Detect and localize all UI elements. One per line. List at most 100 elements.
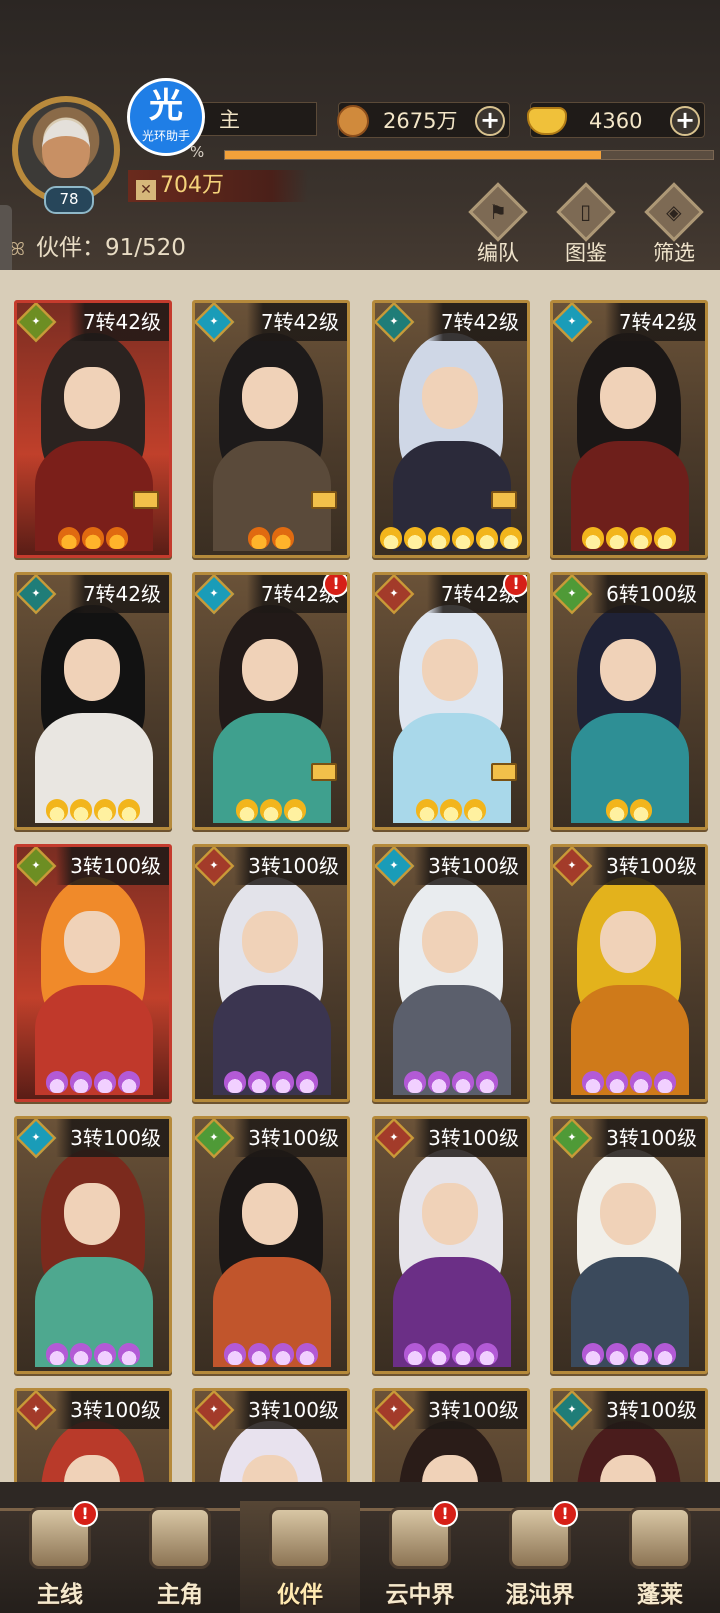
logo-char: 光 (149, 86, 183, 126)
partner-card[interactable]: ✦ 7转42级 (550, 300, 708, 558)
partner-level: 7转42级 (68, 303, 169, 341)
flame-star-icon (58, 527, 80, 549)
partner-card[interactable]: ✦ 3转100级 (550, 1388, 708, 1482)
alert-badge-icon: ! (72, 1501, 98, 1527)
partner-level: 7转42级 (68, 575, 169, 613)
partner-stars (553, 1069, 705, 1095)
partner-card[interactable]: ✦ 3转100级 (14, 1388, 172, 1482)
partner-card[interactable]: ✦ 7转42级! (372, 572, 530, 830)
lock-icon (491, 763, 517, 781)
portrait-face (64, 911, 120, 973)
partner-card[interactable]: ✦ 3转100级 (550, 1116, 708, 1374)
partner-stars (375, 1069, 527, 1095)
partner-level: 3转100级 (592, 1119, 705, 1157)
partner-stars (195, 525, 347, 551)
flame-star-icon (606, 1343, 628, 1365)
partner-card[interactable]: ✦ 3转100级 (372, 1116, 530, 1374)
nav-tab-2[interactable]: 主角 (120, 1501, 240, 1613)
flame-star-icon (464, 799, 486, 821)
partner-card[interactable]: ✦ 3转100级 (192, 1116, 350, 1374)
partner-level: 7转42级 (426, 303, 527, 341)
lock-icon (491, 491, 517, 509)
scroll-book-icon: ▯ (556, 182, 616, 242)
partner-stars (17, 1069, 169, 1095)
filter-button[interactable]: ◈ 筛选 (636, 182, 712, 265)
nav-tab-label: 主角 (157, 1582, 203, 1608)
flame-star-icon (654, 1343, 676, 1365)
flame-star-icon (46, 1343, 68, 1365)
partner-count: ꕤ 伙伴：91/520 (10, 228, 186, 262)
flame-star-icon (248, 1343, 270, 1365)
flame-star-icon (452, 527, 474, 549)
portrait-face (64, 1183, 120, 1245)
partner-card-grid: ✦ 7转42级 ✦ 7转42级 ✦ 7转42级 ✦ 7转42级 ✦ 7转42级 ✦ 7转42级! ✦ 7转… (0, 270, 720, 1482)
flame-star-icon (94, 1071, 116, 1093)
flame-star-icon (272, 1071, 294, 1093)
flame-star-icon (404, 1343, 426, 1365)
nav-tab-4[interactable]: 云中界! (360, 1501, 480, 1613)
partner-card[interactable]: ✦ 3转100级 (192, 844, 350, 1102)
partner-card[interactable]: ✦ 3转100级 (372, 1388, 530, 1482)
portrait-face (422, 1183, 478, 1245)
portrait-face (600, 911, 656, 973)
partner-card[interactable]: ✦ 3转100级 (14, 1116, 172, 1374)
flame-star-icon (248, 527, 270, 549)
partners-icon: ꕤ (10, 239, 25, 260)
partner-stars (17, 525, 169, 551)
alert-badge-icon: ! (432, 1501, 458, 1527)
hero-portrait-icon (149, 1507, 211, 1569)
flame-star-icon (630, 527, 652, 549)
nav-tab-3[interactable]: 伙伴 (240, 1501, 360, 1613)
exp-percent-label: % (190, 143, 205, 161)
codex-button[interactable]: ▯ 图鉴 (548, 182, 624, 265)
nav-tab-label: 混沌界 (505, 1582, 575, 1608)
partner-level: 3转100级 (56, 847, 169, 885)
partner-card[interactable]: ✦ 7转42级 (14, 572, 172, 830)
partner-level: 3转100级 (414, 847, 527, 885)
partner-stars (375, 525, 527, 551)
partner-card[interactable]: ✦ 3转100级 (14, 844, 172, 1102)
flame-star-icon (260, 799, 282, 821)
partner-card[interactable]: ✦ 7转42级 (192, 300, 350, 558)
flame-star-icon (118, 1343, 140, 1365)
nav-tab-6[interactable]: 蓬莱 (600, 1501, 720, 1613)
partner-card[interactable]: ✦ 3转100级 (192, 1388, 350, 1482)
partner-card[interactable]: ✦ 7转42级 (372, 300, 530, 558)
flame-star-icon (654, 1071, 676, 1093)
nav-tab-label: 伙伴 (277, 1582, 323, 1608)
nav-tab-1[interactable]: 主线! (0, 1501, 120, 1613)
flame-star-icon (428, 1343, 450, 1365)
portrait-face (64, 639, 120, 701)
partner-level: 3转100级 (414, 1391, 527, 1429)
add-gold-button[interactable]: + (670, 106, 700, 136)
partner-card[interactable]: ✦ 7转42级! (192, 572, 350, 830)
partner-card[interactable]: ✦ 3转100级 (550, 844, 708, 1102)
portrait-face (422, 639, 478, 701)
partner-card[interactable]: ✦ 6转100级 (550, 572, 708, 830)
formation-button[interactable]: ⚑ 编队 (460, 182, 536, 265)
nav-tab-5[interactable]: 混沌界! (480, 1501, 600, 1613)
partner-stars (195, 1069, 347, 1095)
partner-card[interactable]: ✦ 7转42级 (14, 300, 172, 558)
copper-coin-icon (337, 105, 369, 137)
flame-star-icon (118, 1071, 140, 1093)
partner-card[interactable]: ✦ 3转100级 (372, 844, 530, 1102)
copper-coin-value: 2675万 (383, 109, 458, 133)
flame-star-icon (476, 1071, 498, 1093)
flame-star-icon (654, 527, 676, 549)
flame-star-icon (582, 1071, 604, 1093)
flame-star-icon (404, 527, 426, 549)
flame-star-icon (440, 799, 462, 821)
portrait-face (242, 639, 298, 701)
portrait-face (422, 911, 478, 973)
flame-star-icon (296, 1343, 318, 1365)
flame-star-icon (272, 527, 294, 549)
add-coins-button[interactable]: + (475, 106, 505, 136)
avatar-face-icon (42, 120, 90, 178)
combat-power-icon: ✕ (136, 180, 156, 200)
flame-star-icon (452, 1343, 474, 1365)
flame-star-icon (248, 1071, 270, 1093)
flame-star-icon (500, 527, 522, 549)
flame-star-icon (272, 1343, 294, 1365)
flame-star-icon (46, 799, 68, 821)
